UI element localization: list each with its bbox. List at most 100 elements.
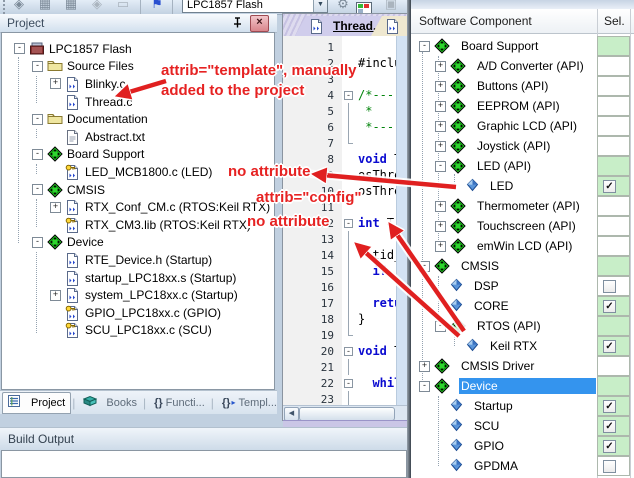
component-tree-item[interactable]: DSP xyxy=(411,276,634,296)
project-tree-item[interactable]: +RTX_Conf_CM.c (RTOS:Keil RTX) xyxy=(2,198,274,216)
collapse-icon[interactable]: - xyxy=(32,184,43,195)
component-tree-item[interactable]: +Joystick (API) xyxy=(411,136,634,156)
project-tree-item[interactable]: -Device xyxy=(2,234,274,252)
project-tree-item[interactable]: startup_LPC18xx.s (Startup) xyxy=(2,269,274,287)
editor-body[interactable]: 12#include34-/*------------5 *6 *-------… xyxy=(283,36,408,420)
project-tree-item[interactable]: SCU_LPC18xx.c (SCU) xyxy=(2,322,274,340)
collapse-icon[interactable]: - xyxy=(32,61,43,72)
sel-cell: ✓ xyxy=(597,176,630,196)
download-flash-icon[interactable]: ⚑ xyxy=(148,0,166,13)
tab-project[interactable]: Project xyxy=(2,392,71,414)
project-tree-item[interactable]: -Source Files xyxy=(2,58,274,76)
component-tree-item[interactable]: -LED (API) xyxy=(411,156,634,176)
component-tree-item[interactable]: +emWin LCD (API) xyxy=(411,236,634,256)
expand-icon[interactable]: + xyxy=(435,61,446,72)
component-label[interactable]: Device xyxy=(459,378,596,394)
component-tree-item[interactable]: +CMSIS Driver xyxy=(411,356,634,376)
project-tree-item[interactable]: Thread.c xyxy=(2,93,274,111)
tab-books[interactable]: Books xyxy=(78,393,142,413)
checkbox[interactable] xyxy=(603,460,616,473)
project-tree-item[interactable]: RTX_CM3.lib (RTOS:Keil RTX) xyxy=(2,216,274,234)
project-tree-item[interactable]: GPIO_LPC18xx.c (GPIO) xyxy=(2,304,274,322)
translate-icon[interactable]: ◈ xyxy=(88,0,106,13)
project-tree-item[interactable]: LED_MCB1800.c (LED) xyxy=(2,163,274,181)
tab-thread-c[interactable]: Thread.c xyxy=(295,16,383,36)
rebuild-icon[interactable]: ▦ xyxy=(62,0,80,13)
checkbox[interactable]: ✓ xyxy=(603,440,616,453)
expand-icon[interactable]: + xyxy=(50,202,61,213)
expand-icon[interactable]: + xyxy=(435,221,446,232)
expand-icon[interactable]: + xyxy=(435,81,446,92)
checkbox[interactable]: ✓ xyxy=(603,420,616,433)
expand-icon[interactable]: + xyxy=(419,361,430,372)
fold-collapse-icon[interactable]: - xyxy=(344,379,353,388)
checkbox[interactable]: ✓ xyxy=(603,400,616,413)
component-tree-item[interactable]: +Graphic LCD (API) xyxy=(411,116,634,136)
editor-horizontal-scrollbar[interactable]: ◀ xyxy=(283,405,408,420)
component-tree-item[interactable]: -RTOS (API) xyxy=(411,316,634,336)
checkbox[interactable]: ✓ xyxy=(603,180,616,193)
project-tree-item[interactable]: +system_LPC18xx.c (Startup) xyxy=(2,286,274,304)
project-tree-item[interactable]: -CMSIS xyxy=(2,181,274,199)
collapse-icon[interactable]: - xyxy=(32,237,43,248)
component-tree-item[interactable]: +Buttons (API) xyxy=(411,76,634,96)
checkbox[interactable]: ✓ xyxy=(603,340,616,353)
expand-icon[interactable]: + xyxy=(50,78,61,89)
collapse-icon[interactable]: - xyxy=(435,321,446,332)
collapse-icon[interactable]: - xyxy=(32,114,43,125)
expand-icon[interactable]: + xyxy=(50,290,61,301)
scroll-left-icon[interactable]: ◀ xyxy=(284,407,299,420)
checkbox[interactable]: ✓ xyxy=(603,300,616,313)
project-tree-item[interactable]: Abstract.txt xyxy=(2,128,274,146)
toolbar-drag-handle[interactable] xyxy=(3,0,8,14)
component-tree-item[interactable]: GPDMA xyxy=(411,456,634,476)
expand-icon[interactable]: + xyxy=(435,241,446,252)
code-text: void Th xyxy=(356,152,396,166)
fold-collapse-icon[interactable]: - xyxy=(344,347,353,356)
tab-templ[interactable]: {}▸Templ... xyxy=(217,395,277,411)
collapse-icon[interactable]: - xyxy=(32,149,43,160)
fold-collapse-icon[interactable]: - xyxy=(344,219,353,228)
component-tree-item[interactable]: CORE✓ xyxy=(411,296,634,316)
project-tree-item[interactable]: +Blinky.c xyxy=(2,75,274,93)
component-tree-item[interactable]: +Thermometer (API) xyxy=(411,196,634,216)
batch-build-icon[interactable]: ▦ xyxy=(36,0,54,13)
close-icon[interactable]: × xyxy=(250,15,269,32)
tab-functi[interactable]: {}Functi... xyxy=(149,395,210,411)
expand-icon[interactable]: + xyxy=(435,201,446,212)
component-tree-item[interactable]: GPIO✓ xyxy=(411,436,634,456)
component-tree-item[interactable]: Keil RTX✓ xyxy=(411,336,634,356)
component-tree-item[interactable]: +A/D Converter (API) xyxy=(411,56,634,76)
window-icon[interactable]: ▣ xyxy=(382,0,400,13)
component-tree-item[interactable]: -CMSIS xyxy=(411,256,634,276)
component-tree-item[interactable]: - Device xyxy=(411,376,634,396)
component-tree-item[interactable]: +Touchscreen (API) xyxy=(411,216,634,236)
collapse-icon[interactable]: - xyxy=(419,261,430,272)
checkbox[interactable] xyxy=(603,280,616,293)
expand-icon[interactable]: + xyxy=(435,141,446,152)
project-tree-item[interactable]: -Documentation xyxy=(2,110,274,128)
expand-icon[interactable]: + xyxy=(435,101,446,112)
fold-collapse-icon[interactable]: - xyxy=(344,91,353,100)
pin-icon[interactable] xyxy=(231,16,244,29)
locked-file-icon xyxy=(65,217,81,233)
component-tree-item[interactable]: +EEPROM (API) xyxy=(411,96,634,116)
project-tree-item[interactable]: -Board Support xyxy=(2,146,274,164)
build-output-content[interactable] xyxy=(1,450,407,478)
build-icon[interactable]: ◈ xyxy=(10,0,28,13)
component-tree-item[interactable]: SCU✓ xyxy=(411,416,634,436)
project-tree-item[interactable]: RTE_Device.h (Startup) xyxy=(2,251,274,269)
target-select-dropdown-icon[interactable]: ▼ xyxy=(313,0,327,12)
collapse-icon[interactable]: - xyxy=(435,161,446,172)
collapse-icon[interactable]: - xyxy=(419,41,430,52)
collapse-icon[interactable]: - xyxy=(14,43,25,54)
target-options-icon[interactable]: ⚙ xyxy=(334,0,352,13)
scrollbar-thumb[interactable] xyxy=(299,407,395,420)
component-tree-item[interactable]: Startup✓ xyxy=(411,396,634,416)
expand-icon[interactable]: + xyxy=(435,121,446,132)
target-select-combobox[interactable]: LPC1857 Flash ▼ xyxy=(182,0,328,13)
component-tree-item[interactable]: -Board Support xyxy=(411,36,634,56)
component-tree-item[interactable]: LED✓ xyxy=(411,176,634,196)
collapse-icon[interactable]: - xyxy=(419,381,430,392)
project-tree-item[interactable]: -LPC1857 Flash xyxy=(2,40,274,58)
